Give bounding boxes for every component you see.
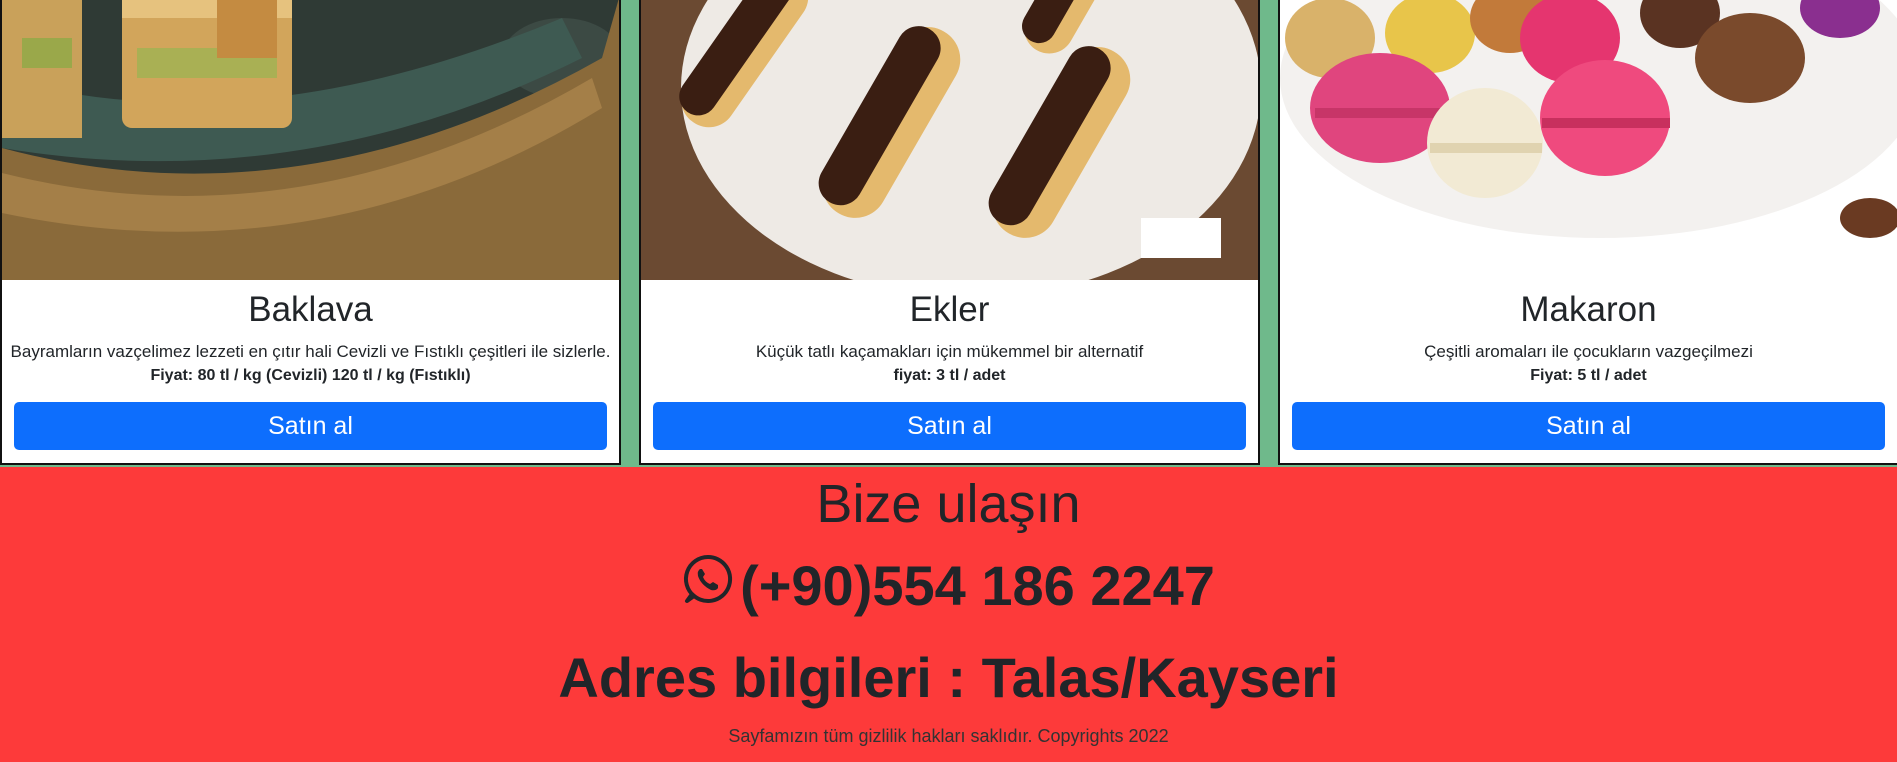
product-price: Fiyat: 5 tl / adet <box>1530 367 1647 384</box>
product-title: Makaron <box>1520 290 1657 329</box>
product-card-makaron: Makaron Çeşitli aromaları ile çocukların… <box>1278 0 1897 465</box>
phone-row: (+90)554 186 2247 <box>0 553 1897 618</box>
product-card-ekler: Ekler Küçük tatlı kaçamakları için mükem… <box>639 0 1260 465</box>
product-card-baklava: Baklava Bayramların vazçelimez lezzeti e… <box>0 0 621 465</box>
product-description: Bayramların vazçelimez lezzeti en çıtır … <box>10 342 611 361</box>
product-price: fiyat: 3 tl / adet <box>893 367 1006 384</box>
copyright: Sayfamızın tüm gizlilik hakları saklıdır… <box>728 726 1169 746</box>
buy-button-makaron[interactable]: Satın al <box>1292 402 1885 450</box>
contact-footer: Bize ulaşın (+90)554 186 2247 Adres bilg… <box>0 467 1897 762</box>
contact-title: Bize ulaşın <box>816 474 1081 534</box>
product-title: Ekler <box>909 290 990 329</box>
product-title: Baklava <box>248 290 373 329</box>
product-description: Küçük tatlı kaçamakları için mükemmel bi… <box>755 342 1144 361</box>
buy-button-ekler[interactable]: Satın al <box>653 402 1246 450</box>
whatsapp-icon <box>682 553 734 618</box>
buy-button-baklava[interactable]: Satın al <box>14 402 607 450</box>
product-price: Fiyat: 80 tl / kg (Cevizli) 120 tl / kg … <box>150 367 471 384</box>
makaron-image <box>1280 0 1897 280</box>
product-description: Çeşitli aromaları ile çocukların vazgeçi… <box>1424 342 1753 361</box>
product-cards: Baklava Bayramların vazçelimez lezzeti e… <box>0 0 1897 467</box>
address: Adres bilgileri : Talas/Kayseri <box>558 646 1339 709</box>
ekler-image <box>641 0 1258 280</box>
phone-number: (+90)554 186 2247 <box>740 554 1215 617</box>
baklava-image <box>2 0 619 280</box>
